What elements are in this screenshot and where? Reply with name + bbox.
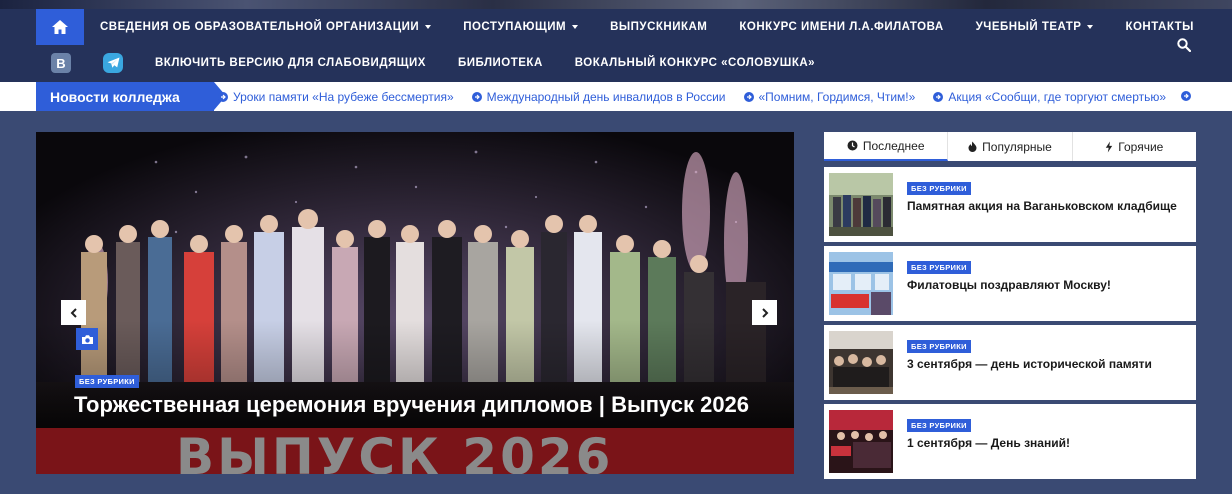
nav-item-library[interactable]: БИБЛИОТЕКА: [458, 57, 543, 69]
news-ticker: Новости колледжа Уроки памяти «На рубеже…: [0, 82, 1232, 111]
nav-item-label: ПОСТУПАЮЩИМ: [463, 21, 567, 33]
nav-item-label: ВОКАЛЬНЫЙ КОНКУРС «СОЛОВУШКА»: [574, 57, 816, 69]
ticker-item-label: Акция «Сообщи, где торгуют смертью»: [948, 89, 1167, 104]
nav-item-label: БИБЛИОТЕКА: [457, 57, 543, 69]
nav-item-accessibility[interactable]: ВКЛЮЧИТЬ ВЕРСИЮ ДЛЯ СЛАБОВИДЯЩИХ: [155, 57, 426, 69]
bolt-icon: [1105, 141, 1113, 153]
post-item[interactable]: БЕЗ РУБРИКИ 1 сентября — День знаний!: [824, 404, 1196, 479]
tab-label: Последнее: [862, 138, 925, 153]
featured-slider[interactable]: ВЫПУСК 2026 БЕЗ РУБРИКИ Торжественная це…: [36, 132, 794, 474]
post-title[interactable]: 1 сентября — День знаний!: [907, 435, 1189, 451]
search-icon[interactable]: [1177, 38, 1191, 52]
post-thumbnail: [829, 252, 893, 315]
arrow-circle-icon: [933, 91, 944, 102]
fire-icon: [968, 141, 977, 152]
nav-item-organization-info[interactable]: СВЕДЕНИЯ ОБ ОБРАЗОВАТЕЛЬНОЙ ОРГАНИЗАЦИИ: [100, 21, 432, 33]
post-title[interactable]: Филатовцы поздравляют Москву!: [907, 277, 1189, 293]
nav-item-theatre[interactable]: УЧЕБНЫЙ ТЕАТР: [976, 21, 1094, 33]
chevron-left-icon: [70, 307, 77, 318]
banner-text: ВЫПУСК 2026: [176, 428, 614, 474]
nav-item-label: ВКЛЮЧИТЬ ВЕРСИЮ ДЛЯ СЛАБОВИДЯЩИХ: [155, 57, 426, 69]
nav-item-filatov-contest[interactable]: КОНКУРС ИМЕНИ Л.А.ФИЛАТОВА: [739, 21, 943, 33]
telegram-icon: [107, 57, 119, 68]
main-navigation: СВЕДЕНИЯ ОБ ОБРАЗОВАТЕЛЬНОЙ ОРГАНИЗАЦИИ …: [0, 0, 1232, 82]
nav-item-label: КОНТАКТЫ: [1125, 21, 1194, 33]
post-title[interactable]: Памятная акция на Ваганьковском кладбище: [907, 198, 1189, 214]
slider-prev-button[interactable]: [61, 300, 86, 325]
chevron-right-icon: [761, 307, 768, 318]
category-badge[interactable]: БЕЗ РУБРИКИ: [907, 419, 971, 432]
post-item[interactable]: БЕЗ РУБРИКИ Филатовцы поздравляют Москву…: [824, 246, 1196, 321]
slide-title[interactable]: Торжественная церемония вручения дипломо…: [74, 391, 764, 418]
post-item[interactable]: БЕЗ РУБРИКИ 3 сентября — день историческ…: [824, 325, 1196, 400]
arrow-circle-icon: [218, 91, 228, 102]
ticker-item-label: «Помним, Гордимся, Чтим!»: [758, 89, 916, 104]
ticker-item[interactable]: Международный день инвалидов в России: [471, 89, 726, 104]
ticker-item[interactable]: Уроки памяти «На рубеже бессмертия»: [218, 90, 454, 104]
ticker-item-label: Уроки памяти «На рубеже бессмертия»: [233, 89, 454, 104]
nav-item-contacts[interactable]: КОНТАКТЫ: [1125, 21, 1193, 33]
arrow-circle-icon: [1181, 91, 1191, 101]
nav-item-graduates[interactable]: ВЫПУСКНИКАМ: [610, 21, 707, 33]
tab-latest[interactable]: Последнее: [824, 132, 949, 161]
slide-gradient: [36, 132, 794, 474]
post-thumbnail: [829, 410, 893, 473]
category-badge[interactable]: БЕЗ РУБРИКИ: [75, 375, 139, 388]
home-button[interactable]: [36, 9, 84, 45]
tab-label: Горячие: [1118, 139, 1164, 154]
telegram-link[interactable]: [103, 53, 123, 73]
slider-next-button[interactable]: [752, 300, 777, 325]
home-icon: [52, 20, 68, 34]
sidebar-tabs: Последнее Популярные Горячие: [824, 132, 1196, 161]
vk-icon: В: [56, 55, 66, 71]
post-item[interactable]: БЕЗ РУБРИКИ Памятная акция на Ваганьковс…: [824, 167, 1196, 242]
post-title[interactable]: 3 сентября — день исторической памяти: [907, 356, 1189, 372]
arrow-circle-icon: [743, 91, 754, 102]
nav-item-label: УЧЕБНЫЙ ТЕАТР: [975, 21, 1082, 33]
post-thumbnail: [829, 331, 893, 394]
nav-item-applicants[interactable]: ПОСТУПАЮЩИМ: [463, 21, 579, 33]
category-badge[interactable]: БЕЗ РУБРИКИ: [907, 261, 971, 274]
nav-item-label: ВЫПУСКНИКАМ: [610, 21, 708, 33]
category-badge[interactable]: БЕЗ РУБРИКИ: [907, 182, 971, 195]
camera-icon: [81, 334, 93, 344]
category-badge[interactable]: БЕЗ РУБРИКИ: [907, 340, 971, 353]
camera-button[interactable]: [76, 328, 98, 350]
posts-sidebar: Последнее Популярные Горячие БЕЗ РУБРИКИ…: [824, 132, 1196, 479]
vk-link[interactable]: В: [51, 53, 71, 73]
post-thumbnail: [829, 173, 893, 236]
nav-item-vocal-contest[interactable]: ВОКАЛЬНЫЙ КОНКУРС «СОЛОВУШКА»: [575, 57, 815, 69]
arrow-circle-icon: [471, 91, 482, 102]
caret-down-icon: [1087, 25, 1094, 29]
nav-item-label: СВЕДЕНИЯ ОБ ОБРАЗОВАТЕЛЬНОЙ ОРГАНИЗАЦИИ: [100, 21, 420, 33]
ticker-item[interactable]: Акция «Сообщи, где торгуют смертью»: [933, 90, 1166, 104]
ticker-item[interactable]: «Помним, Гордимся, Чтим!»: [743, 89, 916, 104]
tab-hot[interactable]: Горячие: [1073, 132, 1196, 161]
header-image-strip: [0, 0, 1232, 9]
caret-down-icon: [425, 25, 432, 29]
tab-popular[interactable]: Популярные: [948, 132, 1073, 161]
tab-label: Популярные: [982, 139, 1052, 154]
ticker-item-label: Международный день инвалидов в России: [486, 89, 726, 104]
nav-item-label: КОНКУРС ИМЕНИ Л.А.ФИЛАТОВА: [739, 21, 944, 33]
clock-icon: [847, 140, 858, 151]
caret-down-icon: [572, 25, 579, 29]
ticker-label: Новости колледжа: [36, 82, 226, 111]
